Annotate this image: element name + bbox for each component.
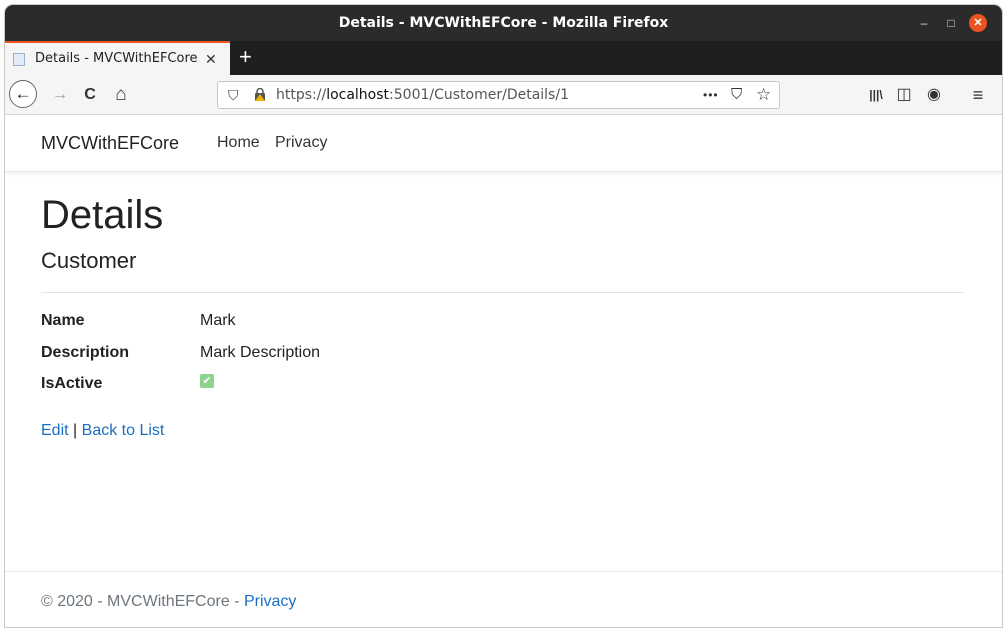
page-title: Details [41, 193, 164, 237]
tab-close-icon[interactable]: ✕ [205, 43, 217, 75]
field-label-name: Name [41, 312, 85, 329]
tab-title: Details - MVCWithEFCore [35, 51, 198, 66]
url-text[interactable]: https://localhost:5001/Customer/Details/… [276, 82, 569, 108]
browser-window: Details - MVCWithEFCore - Mozilla Firefo… [5, 5, 1002, 627]
footer-privacy-link[interactable]: Privacy [244, 593, 296, 610]
field-value-name: Mark [200, 312, 236, 329]
footer-text: © 2020 - MVCWithEFCore - Privacy [41, 572, 296, 627]
field-value-description: Mark Description [200, 344, 321, 361]
tab-strip: Details - MVCWithEFCore ✕ + [5, 41, 1002, 75]
tracking-shield-icon[interactable]: ⛉ [228, 82, 239, 108]
field-label-isactive: IsActive [41, 375, 103, 392]
reload-button[interactable]: C [79, 75, 101, 115]
minimize-icon[interactable]: – [915, 14, 933, 32]
action-links: Edit | Back to List [41, 421, 164, 441]
site-brand-link[interactable]: MVCWithEFCore [41, 115, 179, 171]
divider [41, 292, 963, 293]
page-actions-icon[interactable]: ••• [703, 82, 719, 108]
insecure-lock-icon[interactable] [254, 88, 266, 101]
back-button[interactable]: ← [9, 80, 37, 108]
new-tab-button[interactable]: + [239, 41, 252, 75]
site-header: MVCWithEFCore Home Privacy [5, 115, 1002, 172]
pocket-icon[interactable]: ⛉ [731, 82, 742, 108]
navigation-toolbar: ← → C ⌂ ⛉ https://localhost:5001/Custome… [5, 75, 1002, 115]
browser-tab[interactable]: Details - MVCWithEFCore ✕ [5, 41, 230, 75]
isactive-checkbox: ✔ [200, 374, 214, 388]
menu-icon[interactable]: ≡ [967, 75, 989, 115]
close-window-icon[interactable]: ✕ [969, 14, 987, 32]
title-bar: Details - MVCWithEFCore - Mozilla Firefo… [5, 5, 1002, 41]
back-to-list-link[interactable]: Back to List [82, 422, 165, 439]
field-label-description: Description [41, 344, 130, 361]
page-favicon-icon [13, 53, 25, 66]
account-icon[interactable]: ◉ [923, 75, 945, 115]
sidebar-icon[interactable]: ◫ [893, 75, 915, 115]
link-separator: | [73, 422, 78, 439]
nav-privacy-link[interactable]: Privacy [275, 115, 327, 171]
footer-copyright: © 2020 - MVCWithEFCore - [41, 593, 240, 610]
site-footer: © 2020 - MVCWithEFCore - Privacy [5, 571, 1002, 627]
window-title: Details - MVCWithEFCore - Mozilla Firefo… [338, 15, 669, 31]
bookmark-star-icon[interactable]: ☆ [756, 82, 771, 108]
forward-button[interactable]: → [49, 75, 71, 115]
home-button[interactable]: ⌂ [109, 75, 133, 115]
edit-link[interactable]: Edit [41, 422, 69, 439]
web-page: MVCWithEFCore Home Privacy Details Custo… [5, 115, 1002, 627]
page-subtitle: Customer [41, 248, 137, 273]
maximize-icon[interactable]: □ [942, 14, 960, 32]
library-icon[interactable]: |||\ [865, 75, 887, 115]
url-bar[interactable]: ⛉ https://localhost:5001/Customer/Detail… [217, 81, 780, 109]
nav-home-link[interactable]: Home [217, 115, 260, 171]
